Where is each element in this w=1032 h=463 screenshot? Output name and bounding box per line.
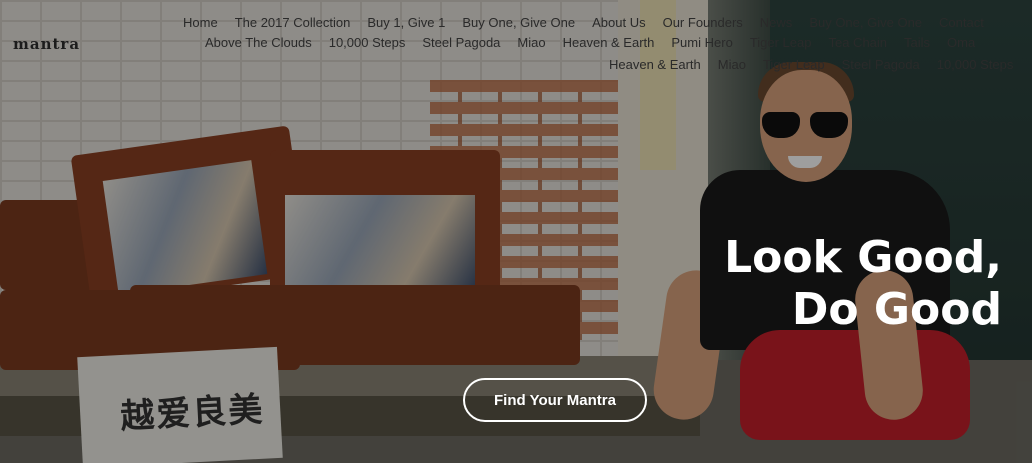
nav-link[interactable]: Buy 1, Give 1 <box>367 15 445 30</box>
hero-headline: Look Good, Do Good <box>724 232 1002 336</box>
main-nav-row-2: Above The Clouds 10,000 Steps Steel Pago… <box>205 35 992 50</box>
nav-link[interactable]: Tea Chain <box>828 35 887 50</box>
nav-link[interactable]: Tiger Leap <box>750 35 812 50</box>
nav-link[interactable]: Home <box>183 15 218 30</box>
hero-section: 越爱良美 mantra Home The 2017 Collection Buy… <box>0 0 1032 463</box>
nav-link[interactable]: Heaven & Earth <box>609 57 701 72</box>
find-your-mantra-button[interactable]: Find Your Mantra <box>463 378 647 422</box>
nav-link[interactable]: 10,000 Steps <box>937 57 1014 72</box>
nav-link[interactable]: News <box>760 15 793 30</box>
nav-link[interactable]: Heaven & Earth <box>563 35 655 50</box>
nav-link[interactable]: Buy One, Give One <box>809 15 922 30</box>
nav-link[interactable]: About Us <box>592 15 645 30</box>
headline-line-1: Look Good, <box>724 232 1002 283</box>
nav-link[interactable]: Contact <box>939 15 984 30</box>
nav-link[interactable]: Tiger Leap <box>763 57 825 72</box>
nav-link[interactable]: Oma <box>947 35 975 50</box>
main-nav-row-1: Home The 2017 Collection Buy 1, Give 1 B… <box>183 15 1001 30</box>
nav-link[interactable]: 10,000 Steps <box>329 35 406 50</box>
nav-link[interactable]: The 2017 Collection <box>235 15 351 30</box>
nav-link[interactable]: Above The Clouds <box>205 35 312 50</box>
nav-link[interactable]: Tails <box>904 35 930 50</box>
nav-link[interactable]: Steel Pagoda <box>422 35 500 50</box>
nav-link[interactable]: Miao <box>718 57 746 72</box>
site-logo[interactable]: mantra <box>13 35 80 53</box>
nav-link[interactable]: Miao <box>517 35 545 50</box>
main-nav-row-3: Heaven & Earth Miao Tiger Leap Steel Pag… <box>609 57 1030 72</box>
headline-line-2: Do Good <box>791 284 1002 335</box>
nav-link[interactable]: Buy One, Give One <box>462 15 575 30</box>
nav-link[interactable]: Steel Pagoda <box>842 57 920 72</box>
nav-link[interactable]: Pumi Hero <box>671 35 732 50</box>
nav-link[interactable]: Our Founders <box>663 15 743 30</box>
